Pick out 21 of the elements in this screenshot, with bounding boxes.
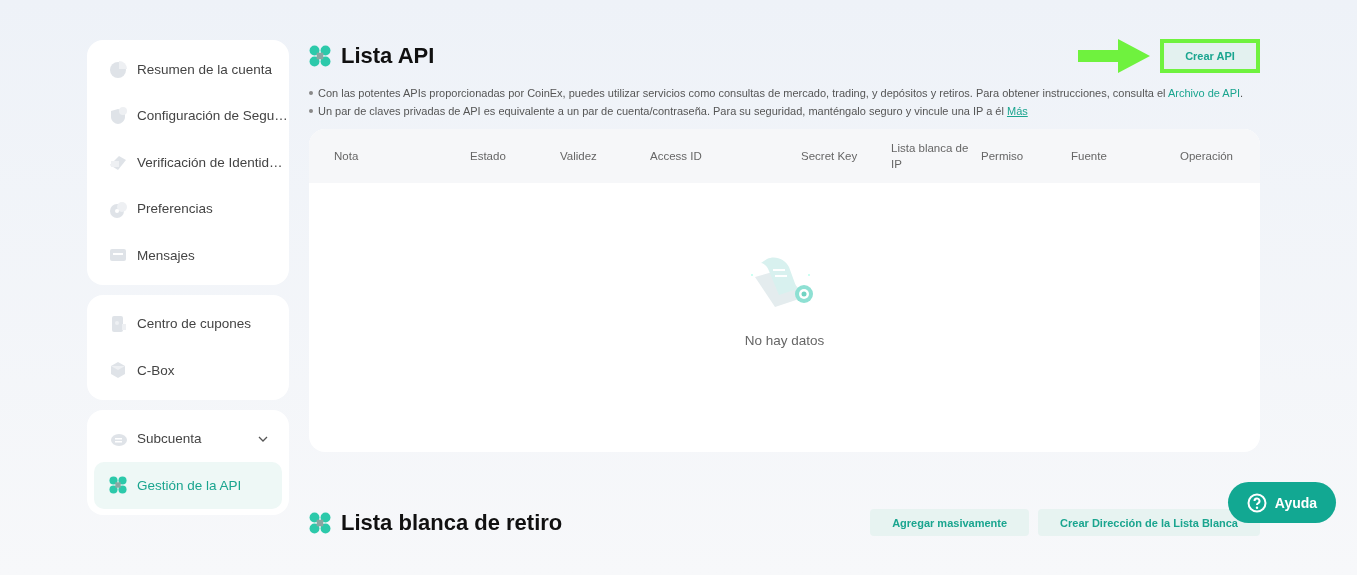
- sidebar-item[interactable]: Resumen de la cuenta: [94, 46, 282, 93]
- column-header: Access ID: [650, 150, 703, 162]
- section-title: Lista API: [341, 43, 435, 69]
- sidebar-item[interactable]: C-Box: [94, 347, 282, 394]
- column-header: Nota: [334, 150, 360, 162]
- column-header: Estado: [470, 150, 507, 162]
- sidebar-item[interactable]: Centro de cupones: [94, 300, 282, 347]
- column-header: Fuente: [1071, 150, 1108, 162]
- column-header: Validez: [560, 150, 598, 162]
- column-header: Secret Key: [801, 150, 859, 162]
- empty-message: No hay datos: [744, 333, 825, 348]
- column-header: Operación: [1178, 150, 1233, 162]
- column-header: Permiso: [981, 150, 1025, 162]
- sidebar-item[interactable]: Mensajes: [94, 232, 282, 279]
- sidebar-item[interactable]: Verificación de Identid…: [94, 139, 282, 186]
- sidebar-item[interactable]: Preferencias: [94, 185, 282, 232]
- note-text: Un par de claves privadas de API es equivalente a un par de cuenta/contraseña. Para su seguridad, manténgalo seguro y vincule una IP a él Más: [318, 104, 1028, 119]
- section-title: Lista blanca de retiro: [341, 509, 563, 536]
- sidebar-item[interactable]: Subcuenta: [94, 415, 282, 462]
- note-text: Con las potentes APIs proporcionadas por CoinEx, puedes utilizar servicios como consultas de mercado, trading, y depósitos y retiros. Para obtener instrucciones, consulta el Archivo de API.: [318, 86, 1244, 101]
- column-header: Lista blanca de IP: [891, 141, 970, 172]
